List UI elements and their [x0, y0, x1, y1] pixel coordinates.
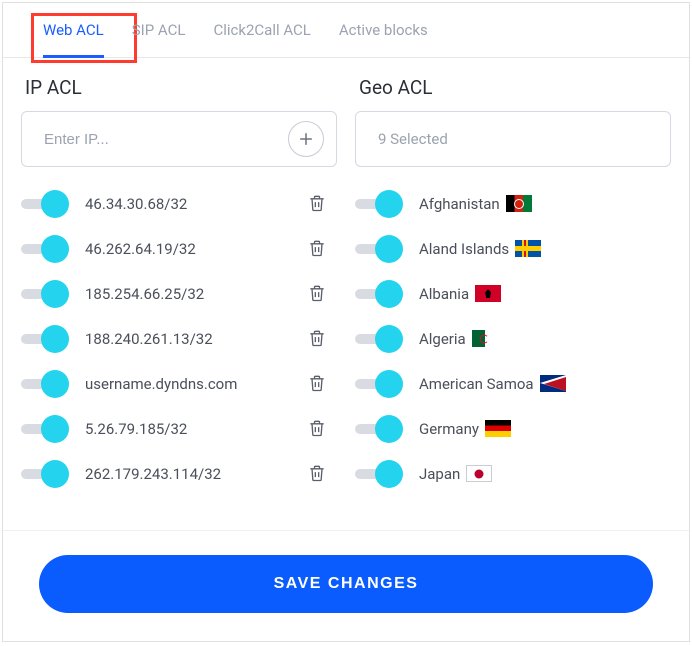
- geo-label: Aland Islands: [409, 240, 661, 258]
- flag-de-icon: [485, 420, 511, 437]
- flag-jp-icon: [466, 465, 492, 482]
- ip-item: 5.26.79.185/32: [21, 406, 337, 451]
- trash-icon[interactable]: [307, 418, 327, 440]
- ip-label: 5.26.79.185/32: [75, 420, 307, 438]
- trash-icon[interactable]: [307, 283, 327, 305]
- geo-toggle[interactable]: [355, 280, 409, 308]
- ip-toggle[interactable]: [21, 415, 75, 443]
- ip-toggle[interactable]: [21, 325, 75, 353]
- footer: SAVE CHANGES: [3, 530, 689, 641]
- geo-label: Albania: [409, 285, 661, 303]
- ip-toggle[interactable]: [21, 190, 75, 218]
- flag-af-icon: [506, 195, 532, 212]
- geo-item: Afghanistan: [355, 181, 671, 226]
- tab-web-acl[interactable]: Web ACL: [43, 21, 104, 57]
- acl-panel: Web ACL SIP ACL Click2Call ACL Active block…: [2, 2, 690, 642]
- ip-label: 46.34.30.68/32: [75, 195, 307, 213]
- ip-item: 46.262.64.19/32: [21, 226, 337, 271]
- geo-label: American Samoa: [409, 375, 661, 393]
- ip-input[interactable]: [44, 131, 288, 148]
- geo-toggle[interactable]: [355, 415, 409, 443]
- tab-bar: Web ACL SIP ACL Click2Call ACL Active block…: [3, 3, 689, 58]
- geo-item: Albania: [355, 271, 671, 316]
- ip-item: 188.240.261.13/32: [21, 316, 337, 361]
- geo-toggle[interactable]: [355, 460, 409, 488]
- plus-icon: [297, 130, 315, 148]
- ip-acl-column: IP ACL 46.34.30.68/32 46.262.64.19/32 185.…: [21, 72, 337, 488]
- geo-label: Afghanistan: [409, 195, 661, 213]
- trash-icon[interactable]: [307, 238, 327, 260]
- ip-item: 185.254.66.25/32: [21, 271, 337, 316]
- geo-acl-title: Geo ACL: [355, 72, 671, 111]
- geo-list: Afghanistan Aland Islands Albania Algeria Am…: [355, 181, 671, 488]
- trash-icon[interactable]: [307, 328, 327, 350]
- geo-item: Aland Islands: [355, 226, 671, 271]
- geo-label: Germany: [409, 420, 661, 438]
- ip-item: 262.179.243.114/32: [21, 451, 337, 488]
- flag-dz-icon: [472, 330, 498, 347]
- geo-label: Japan: [409, 465, 661, 483]
- geo-item: Japan: [355, 451, 671, 488]
- geo-toggle[interactable]: [355, 190, 409, 218]
- ip-label: username.dyndns.com: [75, 375, 307, 393]
- ip-toggle[interactable]: [21, 370, 75, 398]
- tab-sip-acl[interactable]: SIP ACL: [132, 21, 186, 57]
- geo-acl-column: Geo ACL 9 Selected Afghanistan Aland Isla…: [355, 72, 671, 488]
- ip-label: 185.254.66.25/32: [75, 285, 307, 303]
- trash-icon[interactable]: [307, 373, 327, 395]
- geo-item: Algeria: [355, 316, 671, 361]
- columns: IP ACL 46.34.30.68/32 46.262.64.19/32 185.…: [3, 58, 689, 488]
- ip-toggle[interactable]: [21, 235, 75, 263]
- flag-as-icon: [540, 375, 566, 392]
- trash-icon[interactable]: [307, 193, 327, 215]
- ip-label: 262.179.243.114/32: [75, 465, 307, 483]
- tab-active-blocks[interactable]: Active blocks: [339, 21, 428, 57]
- fade-overlay: [3, 493, 689, 533]
- flag-ax-icon: [515, 240, 541, 257]
- flag-al-icon: [475, 285, 501, 302]
- geo-toggle[interactable]: [355, 235, 409, 263]
- ip-acl-title: IP ACL: [21, 72, 337, 111]
- save-changes-button[interactable]: SAVE CHANGES: [39, 555, 653, 613]
- tab-click2call-acl[interactable]: Click2Call ACL: [213, 21, 310, 57]
- geo-item: American Samoa: [355, 361, 671, 406]
- ip-toggle[interactable]: [21, 280, 75, 308]
- ip-toggle[interactable]: [21, 460, 75, 488]
- add-ip-button[interactable]: [288, 121, 324, 157]
- geo-select-label: 9 Selected: [378, 130, 448, 148]
- geo-toggle[interactable]: [355, 325, 409, 353]
- geo-toggle[interactable]: [355, 370, 409, 398]
- ip-input-row: [21, 111, 337, 167]
- ip-item: username.dyndns.com: [21, 361, 337, 406]
- ip-label: 46.262.64.19/32: [75, 240, 307, 258]
- ip-label: 188.240.261.13/32: [75, 330, 307, 348]
- geo-label: Algeria: [409, 330, 661, 348]
- ip-list: 46.34.30.68/32 46.262.64.19/32 185.254.66.…: [21, 181, 337, 488]
- trash-icon[interactable]: [307, 463, 327, 485]
- geo-select[interactable]: 9 Selected: [355, 111, 671, 167]
- geo-item: Germany: [355, 406, 671, 451]
- ip-item: 46.34.30.68/32: [21, 181, 337, 226]
